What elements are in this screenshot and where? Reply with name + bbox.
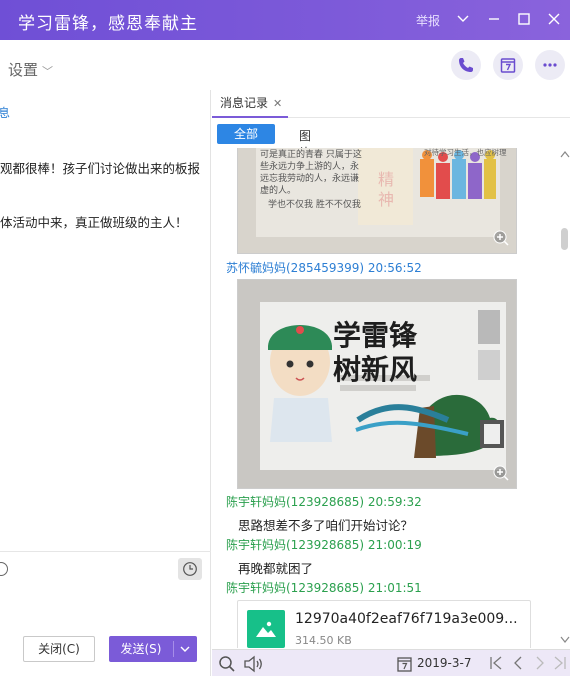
calendar-button[interactable] xyxy=(493,50,523,80)
speaker-icon[interactable] xyxy=(243,655,265,673)
message-text: 再晚都就困了 xyxy=(238,561,314,576)
send-button[interactable]: 发送(S) xyxy=(109,636,197,662)
message-sender: 陈宇轩妈妈(123928685) 21:00:19 xyxy=(226,538,422,552)
message-image[interactable]: 精 神 可是真正的青春 只属于这 些永远力争上游的人，永 远忘我劳动的人，永远谦… xyxy=(237,148,517,254)
message-image[interactable]: 学雷锋 树新风 xyxy=(237,279,517,489)
message-sender: 陈宇轩妈妈(123928685) 21:01:51 xyxy=(226,581,422,595)
settings-dropdown[interactable]: 设置 ﹀ xyxy=(8,59,53,80)
more-button[interactable] xyxy=(535,50,565,80)
scrollbar[interactable] xyxy=(557,148,570,648)
previous-page-icon[interactable] xyxy=(510,654,526,672)
tab-history[interactable]: 消息记录 ✕ xyxy=(212,90,289,118)
image-text: 对待学习生活，也应树理 xyxy=(424,148,507,157)
calendar-7-icon xyxy=(500,58,516,73)
chat-text-line: 观都很棒！孩子们讨论做出来的板报 xyxy=(0,161,201,176)
message-text: 思路想差不多了咱们开始讨论？ xyxy=(238,518,414,533)
image-file-icon xyxy=(247,610,285,648)
settings-label: 设置 xyxy=(8,61,39,79)
title-bar: 学习雷锋，感恩奉献主 举报 xyxy=(0,0,570,40)
zoom-in-icon[interactable] xyxy=(492,464,510,482)
image-text: 学也不仅我 胜不不仅我 xyxy=(268,200,361,210)
next-page-icon[interactable] xyxy=(532,654,548,672)
history-button[interactable] xyxy=(178,558,202,580)
message-list[interactable]: 精 神 可是真正的青春 只属于这 些永远力争上游的人，永 远忘我劳动的人，永远谦… xyxy=(212,148,570,648)
report-link[interactable]: 举报 xyxy=(416,12,440,29)
dropdown-button[interactable] xyxy=(452,9,474,29)
more-icon xyxy=(543,63,557,67)
chevron-down-icon[interactable] xyxy=(177,642,193,656)
close-window-button[interactable] xyxy=(543,9,565,29)
first-page-icon[interactable] xyxy=(488,654,504,672)
chat-toolbar: 设置 ﹀ xyxy=(0,40,570,90)
clock-icon xyxy=(183,562,197,576)
input-divider xyxy=(0,551,211,552)
last-page-icon[interactable] xyxy=(552,654,568,672)
history-bottom-bar: 2019-3-7 xyxy=(212,649,570,676)
send-label: 发送(S) xyxy=(120,642,162,656)
message-sender: 陈宇轩妈妈(123928685) 20:59:32 xyxy=(226,495,422,509)
phone-icon xyxy=(459,58,473,72)
calendar-7-icon[interactable] xyxy=(396,655,414,673)
minimize-button[interactable] xyxy=(483,9,505,29)
search-icon[interactable] xyxy=(218,655,236,673)
chevron-down-icon: ﹀ xyxy=(42,65,54,78)
image-text: 神 xyxy=(378,190,394,209)
window-title: 学习雷锋，感恩奉献主 xyxy=(18,14,198,34)
picture-icon xyxy=(256,621,276,637)
file-name: 12970a40f2eaf76f719a3e009... xyxy=(295,611,518,627)
chevron-down-icon xyxy=(457,15,469,22)
chat-panel: 息 观都很棒！孩子们讨论做出来的板报 体活动中来，真正做班级的主人！ 关闭(C)… xyxy=(0,90,211,676)
message-sender: 苏怀毓妈妈(285459399) 20:56:52 xyxy=(226,261,422,275)
file-attachment[interactable]: 12970a40f2eaf76f719a3e009... 314.50 KB xyxy=(237,600,531,648)
close-button[interactable]: 关闭(C) xyxy=(23,636,95,662)
tab-history-label: 消息记录 xyxy=(220,96,269,110)
image-text: 精 xyxy=(378,170,394,189)
filter-all[interactable]: 全部 xyxy=(217,124,275,144)
history-date[interactable]: 2019-3-7 xyxy=(417,656,471,670)
phone-button[interactable] xyxy=(451,50,481,80)
zoom-in-icon[interactable] xyxy=(492,229,510,247)
maximize-button[interactable] xyxy=(513,9,535,29)
emoji-icon[interactable] xyxy=(0,562,8,576)
image-title: 树新风 xyxy=(333,353,418,386)
close-tab-icon[interactable]: ✕ xyxy=(273,97,282,110)
maximize-icon xyxy=(518,13,530,25)
history-panel: 消息记录✕ 全部 图片 精 神 xyxy=(212,90,570,676)
send-separator xyxy=(173,641,174,657)
close-icon xyxy=(548,13,560,25)
scroll-up-icon[interactable] xyxy=(560,150,570,158)
minimize-icon xyxy=(489,18,499,20)
chat-text-line: 体活动中来，真正做班级的主人！ xyxy=(0,215,188,230)
history-tab-bar: 消息记录 ✕ xyxy=(212,90,570,118)
file-size: 314.50 KB xyxy=(295,634,352,647)
image-text: 虚的人。 xyxy=(260,186,297,196)
chat-fragment: 息 xyxy=(0,106,11,120)
scrollbar-thumb[interactable] xyxy=(561,228,568,250)
scroll-down-icon[interactable] xyxy=(560,636,570,644)
